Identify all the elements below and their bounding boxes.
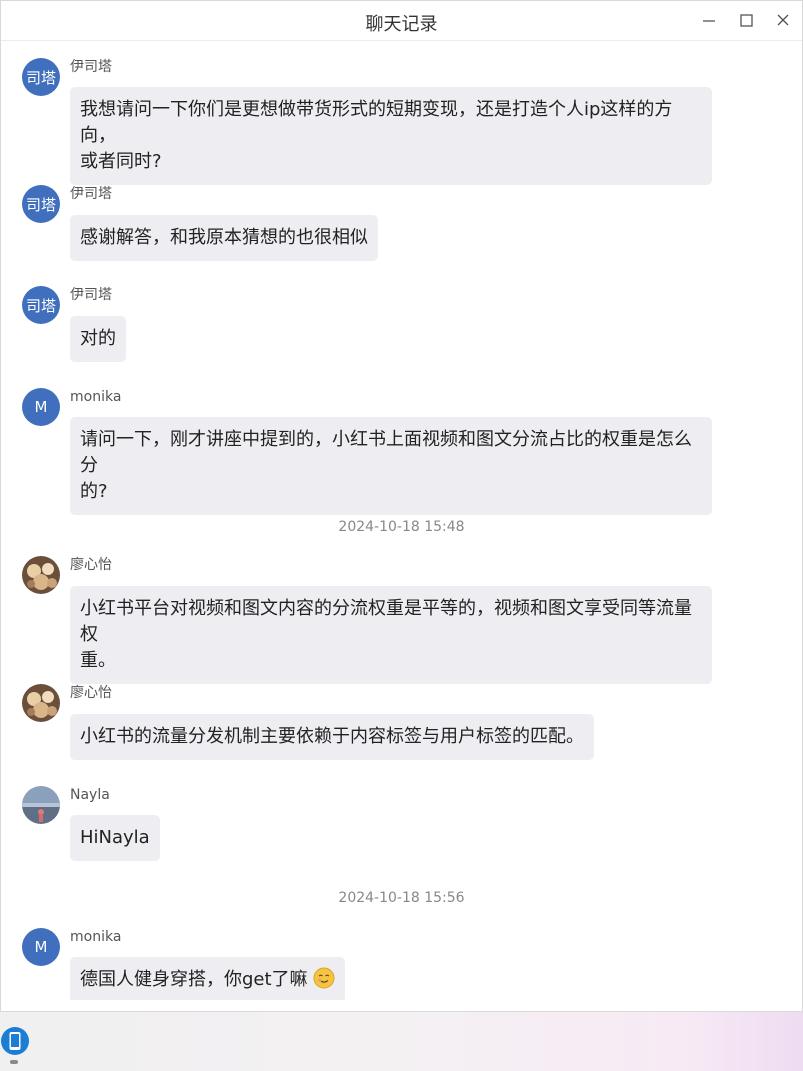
avatar-text: 司塔 — [25, 68, 56, 87]
sender-name: 伊司塔 — [70, 287, 112, 303]
avatar[interactable]: 司塔 — [22, 185, 60, 223]
sender-name: monika — [70, 929, 122, 945]
message-line: 重。 — [80, 650, 116, 671]
active-indicator — [10, 1060, 18, 1064]
close-icon[interactable] — [769, 7, 797, 35]
avatar-text: M — [34, 938, 48, 956]
avatar[interactable]: 司塔 — [22, 58, 60, 96]
message-bubble[interactable]: 德国人健身穿搭，你get了嘛 — [70, 957, 346, 1000]
message-bubble[interactable]: HiNayla — [70, 815, 160, 861]
timestamp-divider: 2024-10-18 15:48 — [338, 519, 465, 535]
message-line: 或者同时? — [80, 151, 162, 172]
avatar-text: 司塔 — [25, 195, 56, 214]
sender-name: monika — [70, 389, 122, 405]
chat-history-window: 聊天记录 司塔 伊司塔 我想请问一下你们是更想做带货形式的短期变现，还是打造个人… — [0, 0, 803, 1012]
minimize-icon[interactable] — [695, 7, 723, 35]
photo-avatar-icon — [22, 556, 60, 594]
taskbar — [0, 1012, 803, 1071]
message-line: 对的 — [80, 328, 116, 349]
message-list[interactable]: 司塔 伊司塔 我想请问一下你们是更想做带货形式的短期变现，还是打造个人ip这样的… — [1, 42, 802, 1000]
message-line: 小红书平台对视频和图文内容的分流权重是平等的，视频和图文享受同等流量权 — [80, 598, 692, 645]
sender-name: Nayla — [70, 787, 110, 803]
message-line: 我想请问一下你们是更想做带货形式的短期变现，还是打造个人ip这样的方向， — [80, 99, 673, 146]
message-line: 请问一下，刚才讲座中提到的，小红书上面视频和图文分流占比的权重是怎么分 — [80, 429, 692, 476]
message-bubble[interactable]: 请问一下，刚才讲座中提到的，小红书上面视频和图文分流占比的权重是怎么分 的? — [70, 417, 712, 515]
message-bubble[interactable]: 对的 — [70, 316, 126, 362]
avatar[interactable] — [22, 556, 60, 594]
title-bar: 聊天记录 — [1, 1, 802, 41]
message-line: HiNayla — [80, 827, 150, 848]
timestamp-divider: 2024-10-18 15:56 — [338, 890, 465, 906]
smirk-emoji-icon — [313, 967, 335, 989]
avatar[interactable]: M — [22, 388, 60, 426]
sender-name: 廖心怡 — [70, 557, 112, 573]
avatar-text: 司塔 — [25, 296, 56, 315]
avatar[interactable]: 司塔 — [22, 286, 60, 324]
photo-avatar-icon — [22, 684, 60, 722]
sender-name: 伊司塔 — [70, 59, 112, 75]
message-bubble[interactable]: 我想请问一下你们是更想做带货形式的短期变现，还是打造个人ip这样的方向， 或者同… — [70, 87, 712, 185]
message-bubble[interactable]: 感谢解答，和我原本猜想的也很相似 — [70, 215, 378, 261]
phone-icon[interactable] — [0, 1026, 30, 1056]
message-bubble[interactable]: 小红书平台对视频和图文内容的分流权重是平等的，视频和图文享受同等流量权 重。 — [70, 586, 712, 684]
avatar[interactable] — [22, 684, 60, 722]
message-line: 小红书的流量分发机制主要依赖于内容标签与用户标签的匹配。 — [80, 726, 584, 747]
avatar-text: M — [34, 398, 48, 416]
message-line: 的? — [80, 481, 108, 502]
message-bubble[interactable]: 小红书的流量分发机制主要依赖于内容标签与用户标签的匹配。 — [70, 714, 594, 760]
landscape-avatar-icon — [22, 786, 60, 824]
window-title: 聊天记录 — [365, 14, 438, 35]
maximize-icon[interactable] — [732, 7, 760, 35]
message-line: 感谢解答，和我原本猜想的也很相似 — [80, 227, 368, 248]
avatar[interactable]: M — [22, 928, 60, 966]
sender-name: 廖心怡 — [70, 685, 112, 701]
message-line: 德国人健身穿搭，你get了嘛 — [80, 967, 335, 993]
avatar[interactable] — [22, 786, 60, 824]
sender-name: 伊司塔 — [70, 186, 112, 202]
message-text: 德国人健身穿搭，你get了嘛 — [80, 969, 308, 990]
